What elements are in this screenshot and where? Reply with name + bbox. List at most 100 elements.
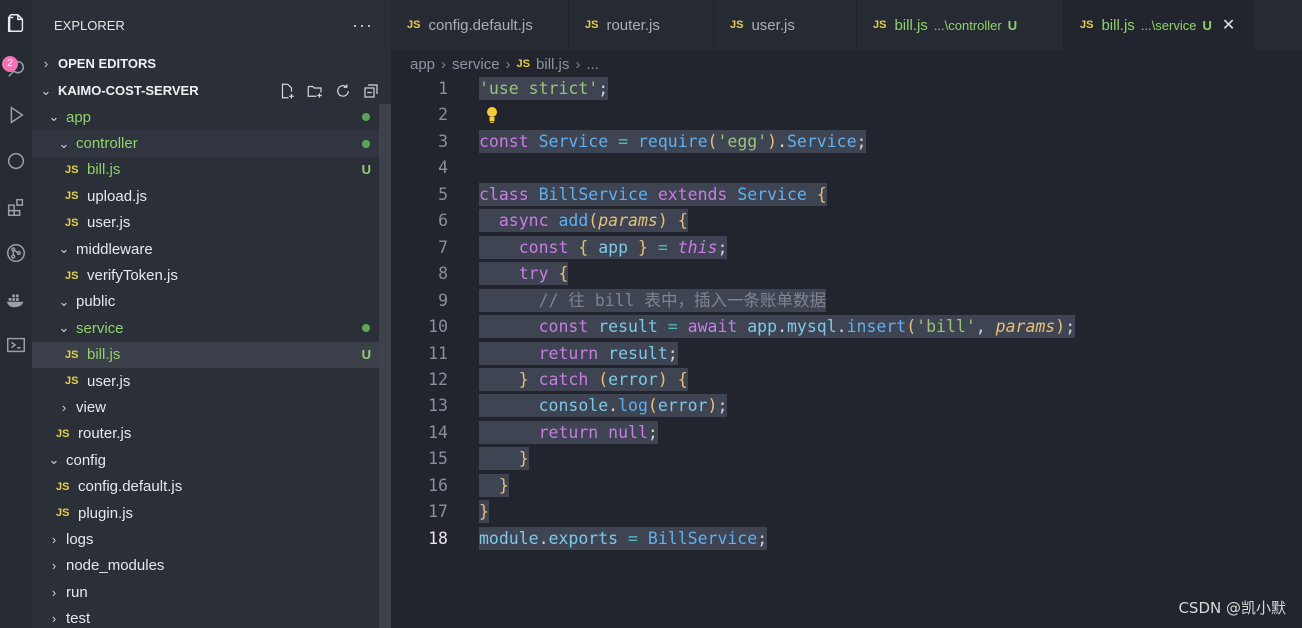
line-number: 6 xyxy=(438,211,448,231)
files-icon[interactable] xyxy=(0,0,32,46)
tab-label: user.js xyxy=(751,16,795,34)
code-line[interactable]: const result = await app.mysql.insert('b… xyxy=(479,314,1076,340)
editor-tab[interactable]: JS bill.js ...\controller U xyxy=(857,0,1064,50)
code-line[interactable]: // 往 bill 表中，插入一条账单数据 xyxy=(479,288,827,314)
tree-folder[interactable]: › logs xyxy=(32,526,391,552)
line-number: 17 xyxy=(428,502,448,522)
tab-active[interactable]: JS bill.js ...\service U ✕ xyxy=(1064,0,1254,50)
code-line[interactable]: class BillService extends Service { xyxy=(479,182,827,208)
breadcrumb-separator: › xyxy=(505,55,511,73)
chevron-down-icon: ⌄ xyxy=(58,241,70,257)
code-line[interactable]: 'use strict'; xyxy=(479,76,609,102)
close-icon[interactable]: ✕ xyxy=(1222,15,1235,35)
line-number: 2 xyxy=(438,105,448,125)
search-icon[interactable]: 2 xyxy=(0,46,32,92)
tree-file[interactable]: JS config.default.js xyxy=(32,473,391,499)
breadcrumb-app[interactable]: app xyxy=(410,56,435,73)
explorer-header: EXPLORER ··· xyxy=(32,0,391,50)
tree-item-label: user.js xyxy=(87,214,131,232)
tree-item-label: bill.js xyxy=(87,346,121,364)
selected-text: const result = await app.mysql.insert('b… xyxy=(479,315,1076,339)
breadcrumb-service[interactable]: service xyxy=(452,56,500,73)
line-number: 11 xyxy=(428,343,448,363)
source-control-icon[interactable] xyxy=(0,230,32,276)
extensions-icon[interactable] xyxy=(0,184,32,230)
refresh-icon[interactable] xyxy=(333,81,353,101)
selected-text: // 往 bill 表中，插入一条账单数据 xyxy=(479,288,827,312)
open-editors-label: OPEN EDITORS xyxy=(58,56,157,71)
js-file-icon: JS xyxy=(65,163,79,176)
js-file-icon: JS xyxy=(585,19,599,31)
editor-tab[interactable]: JS config.default.js xyxy=(391,0,569,50)
chevron-right-icon: › xyxy=(51,584,57,600)
chevron-down-icon: ⌄ xyxy=(40,82,52,98)
tree-folder[interactable]: ⌄ app xyxy=(32,104,391,130)
tree-folder[interactable]: › node_modules xyxy=(32,553,391,579)
selected-text: const { app } = this; xyxy=(479,235,728,259)
code-line[interactable]: return null; xyxy=(479,420,658,446)
js-file-icon: JS xyxy=(730,19,744,31)
js-file-icon: JS xyxy=(873,19,887,31)
code-line[interactable]: async add(params) { xyxy=(479,208,688,234)
selected-text: async add(params) { xyxy=(479,209,688,233)
tree-item-label: upload.js xyxy=(87,187,148,205)
tree-folder[interactable]: ⌄ public xyxy=(32,289,391,315)
editor-tab[interactable]: JS router.js xyxy=(569,0,714,50)
editor-tab[interactable]: JS user.js xyxy=(714,0,857,50)
tree-folder[interactable]: ⌄ config xyxy=(32,447,391,473)
sidebar-scrollbar[interactable] xyxy=(379,104,391,628)
breadcrumb-file[interactable]: bill.js xyxy=(536,56,569,73)
tree-folder[interactable]: ⌄ controller xyxy=(32,130,391,157)
tree-item-label: logs xyxy=(66,530,94,548)
tab-label: config.default.js xyxy=(428,16,533,34)
code-line[interactable]: const { app } = this; xyxy=(479,235,728,261)
code-line[interactable]: } xyxy=(479,499,489,525)
tree-file[interactable]: JS bill.js U xyxy=(32,157,391,183)
tree-file[interactable]: JS user.js xyxy=(32,210,391,236)
tree-file[interactable]: JS bill.js U xyxy=(32,341,391,368)
tree-file[interactable]: JS verifyToken.js xyxy=(32,262,391,288)
line-number: 8 xyxy=(438,264,448,284)
tab-label: bill.js xyxy=(894,16,928,34)
js-file-icon: JS xyxy=(56,427,70,440)
code-editor[interactable]: 1 2 3 4 5 6 7 8 9 10 11 12 13 14 15 16 17 18 'use strict'… xyxy=(391,76,1302,628)
more-actions-icon[interactable]: ··· xyxy=(352,15,373,36)
project-section[interactable]: ⌄ KAIMO-COST-SERVER xyxy=(32,77,391,104)
tree-file[interactable]: JS user.js xyxy=(32,368,391,394)
explorer-title: EXPLORER xyxy=(54,17,125,33)
code-line[interactable]: } xyxy=(479,446,529,472)
tree-item-label: config xyxy=(66,451,107,469)
breadcrumb-symbol[interactable]: ... xyxy=(586,56,599,73)
code-line[interactable]: } xyxy=(479,473,509,499)
code-line[interactable]: console.log(error); xyxy=(479,393,728,419)
remote-icon[interactable] xyxy=(0,138,32,184)
code-line[interactable]: return result; xyxy=(479,341,678,367)
notification-badge: 2 xyxy=(2,56,18,72)
tree-file[interactable]: JS plugin.js xyxy=(32,500,391,526)
untracked-status: U xyxy=(1007,17,1018,33)
new-folder-icon[interactable] xyxy=(305,81,325,101)
code-line[interactable]: try { xyxy=(479,261,569,287)
code-line[interactable]: module.exports = BillService; xyxy=(479,526,768,552)
js-file-icon: JS xyxy=(56,507,70,520)
tree-folder[interactable]: › run xyxy=(32,579,391,605)
terminal-icon[interactable] xyxy=(0,322,32,368)
tree-item-label: router.js xyxy=(78,425,132,443)
tree-file[interactable]: JS router.js xyxy=(32,421,391,447)
tree-folder[interactable]: › test xyxy=(32,605,391,628)
tree-folder[interactable]: ⌄ service xyxy=(32,315,391,341)
new-file-icon[interactable] xyxy=(277,81,297,101)
explorer-sidebar: EXPLORER ··· › OPEN EDITORS ⌄ KAIMO-COST… xyxy=(32,0,391,628)
chevron-down-icon: ⌄ xyxy=(58,135,70,151)
chevron-down-icon: ⌄ xyxy=(48,109,60,125)
open-editors-section[interactable]: › OPEN EDITORS xyxy=(32,50,391,77)
code-line[interactable]: const Service = require('egg').Service; xyxy=(479,129,867,155)
tree-file[interactable]: JS upload.js xyxy=(32,183,391,209)
code-line[interactable]: } catch (error) { xyxy=(479,367,688,393)
tree-folder[interactable]: › view xyxy=(32,394,391,420)
collapse-all-icon[interactable] xyxy=(361,81,381,101)
lightbulb-icon[interactable] xyxy=(485,106,499,124)
run-debug-icon[interactable] xyxy=(0,92,32,138)
docker-icon[interactable] xyxy=(0,276,32,322)
tree-folder[interactable]: ⌄ middleware xyxy=(32,236,391,262)
